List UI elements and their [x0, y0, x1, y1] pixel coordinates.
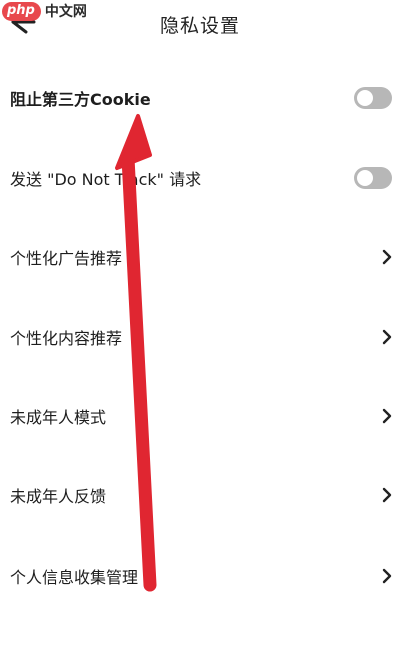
block-cookie-toggle[interactable]: [354, 87, 392, 109]
setting-row-personalized-content[interactable]: 个性化内容推荐: [0, 315, 400, 359]
privacy-settings-screen: 隐私设置 php 中文网 阻止第三方Cookie 发送 "Do Not Trac…: [0, 0, 400, 645]
setting-label: 未成年人反馈: [10, 487, 107, 506]
setting-label: 个人信息收集管理: [10, 568, 139, 587]
toggle-knob: [357, 170, 373, 186]
setting-row-minor-mode[interactable]: 未成年人模式: [0, 394, 400, 438]
chevron-right-icon: [382, 487, 392, 503]
setting-label: 阻止第三方Cookie: [10, 90, 151, 109]
chevron-right-icon: [382, 329, 392, 345]
setting-label: 个性化广告推荐: [10, 249, 123, 268]
setting-label: 个性化内容推荐: [10, 329, 123, 348]
setting-row-minor-feedback[interactable]: 未成年人反馈: [0, 473, 400, 517]
watermark-logo: php: [2, 1, 41, 21]
setting-label: 发送 "Do Not Track" 请求: [10, 170, 202, 189]
setting-row-do-not-track[interactable]: 发送 "Do Not Track" 请求: [0, 156, 400, 200]
setting-row-block-third-party-cookie[interactable]: 阻止第三方Cookie: [0, 76, 400, 120]
watermark: php 中文网: [2, 0, 87, 22]
setting-label: 未成年人模式: [10, 408, 107, 427]
watermark-text: 中文网: [44, 4, 87, 20]
setting-row-personalized-ads[interactable]: 个性化广告推荐: [0, 235, 400, 279]
setting-row-personal-info-collection[interactable]: 个人信息收集管理: [0, 554, 400, 598]
chevron-right-icon: [382, 249, 392, 265]
toggle-knob: [357, 90, 373, 106]
chevron-right-icon: [382, 568, 392, 584]
do-not-track-toggle[interactable]: [354, 167, 392, 189]
chevron-right-icon: [382, 408, 392, 424]
